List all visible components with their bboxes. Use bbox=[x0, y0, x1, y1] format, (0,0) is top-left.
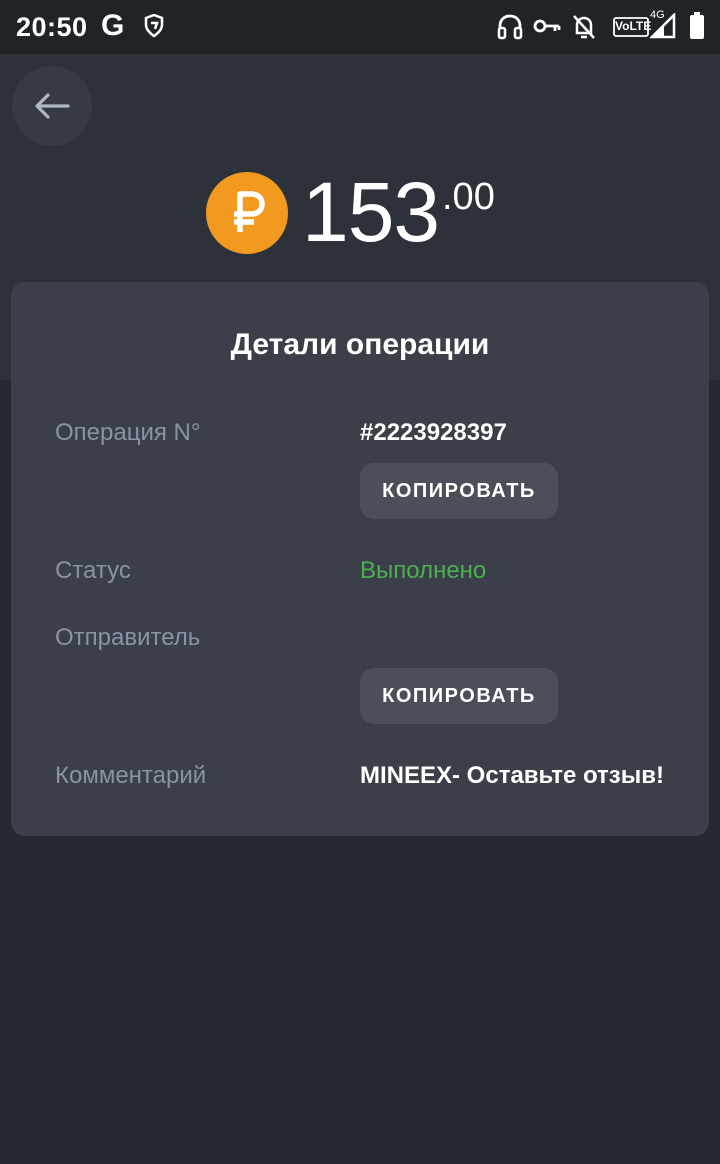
volte-label: VoLTE bbox=[615, 19, 652, 33]
amount-fraction: .00 bbox=[442, 176, 495, 218]
operation-number-value: #2223928397 bbox=[360, 419, 507, 446]
vpn-shield-icon bbox=[144, 13, 164, 43]
comment-value: MINEEX- Оставьте отзыв! bbox=[360, 762, 664, 789]
signal-icon: 4G bbox=[648, 9, 676, 44]
battery-icon bbox=[689, 12, 705, 45]
card-title: Детали операции bbox=[230, 328, 490, 361]
google-g-icon: G bbox=[101, 9, 125, 42]
volte-icon: VoLTE bbox=[613, 17, 652, 42]
amount-integer: 153 bbox=[302, 165, 440, 259]
status-value: Выполнено bbox=[360, 557, 487, 584]
ruble-icon bbox=[206, 172, 288, 254]
sender-label: Отправитель bbox=[55, 624, 201, 651]
key-icon bbox=[533, 16, 561, 41]
headset-icon bbox=[497, 13, 523, 46]
bell-off-icon bbox=[571, 13, 597, 46]
operation-number-label: Операция N° bbox=[55, 419, 201, 446]
copy-sender-button[interactable]: КОПИРОВАТЬ bbox=[360, 668, 558, 724]
comment-label: Комментарий bbox=[55, 762, 207, 789]
status-label: Статус bbox=[55, 557, 131, 584]
copy-operation-button[interactable]: КОПИРОВАТЬ bbox=[360, 463, 558, 519]
network-type-label: 4G bbox=[650, 9, 665, 21]
status-time: 20:50 bbox=[16, 12, 88, 42]
operation-details-card: Детали операции Операция N° #2223928397 … bbox=[11, 282, 709, 836]
back-button[interactable] bbox=[12, 66, 92, 146]
status-bar: 20:50 G VoLTE 4G bbox=[0, 0, 720, 54]
arrow-left-icon bbox=[34, 92, 70, 120]
